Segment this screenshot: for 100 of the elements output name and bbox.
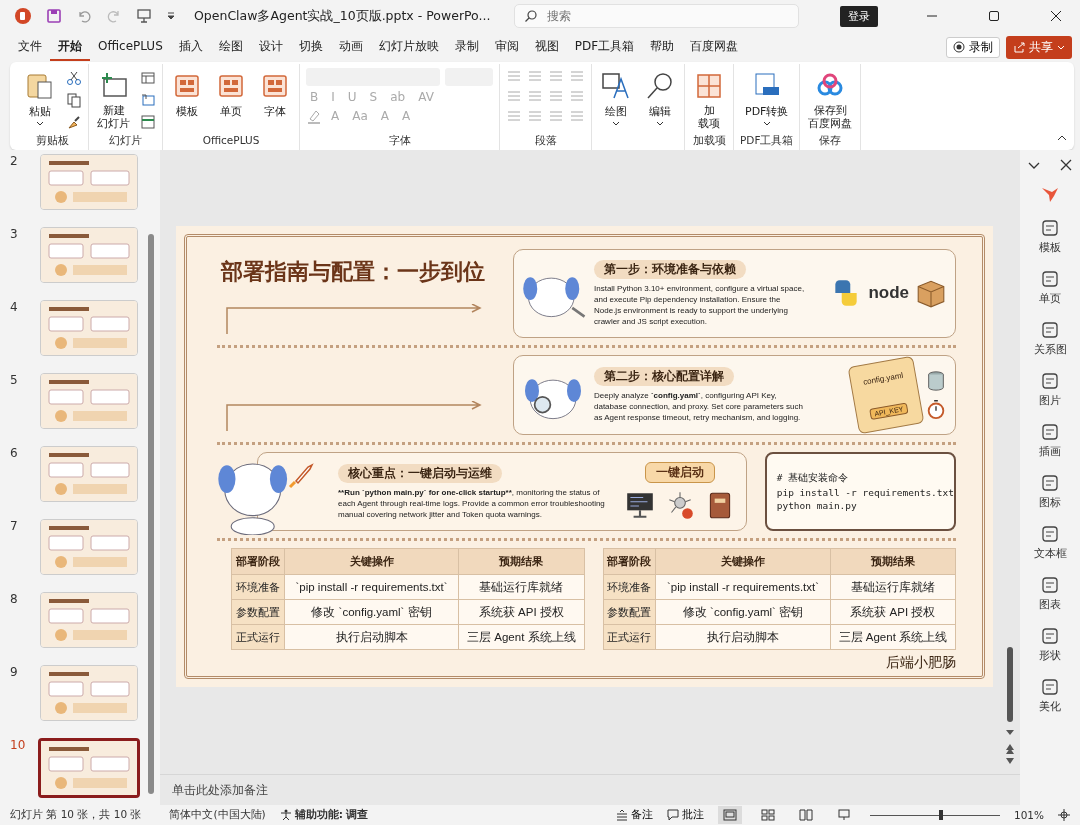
- paste-button[interactable]: 粘贴: [22, 68, 58, 128]
- table-cell: 系统获 API 授权: [458, 599, 584, 625]
- scrollbar[interactable]: [1007, 647, 1013, 722]
- table-cell: 参数配置: [603, 599, 656, 625]
- section-icon[interactable]: [140, 114, 156, 130]
- table-cell: 修改 `config.yaml` 密钥: [284, 599, 459, 625]
- menu-tab[interactable]: PDF工具箱: [566, 33, 643, 61]
- comments-button[interactable]: 批注: [666, 808, 704, 822]
- language-status[interactable]: 简体中文(中国大陆): [169, 808, 266, 822]
- side-tool-button[interactable]: 形状: [1039, 626, 1061, 663]
- launch-button[interactable]: 一键启动: [644, 462, 715, 484]
- sign-in-button[interactable]: 登录: [840, 5, 878, 27]
- table-cell: 正式运行: [603, 624, 656, 650]
- column-header: 部署阶段: [603, 548, 656, 575]
- draw-button[interactable]: 绘图: [598, 68, 634, 128]
- powerpoint-logo-icon: [14, 7, 32, 25]
- group-label: 剪贴板: [35, 134, 69, 148]
- notes-button[interactable]: 备注: [615, 808, 653, 822]
- panel-icon: [1040, 473, 1060, 493]
- side-tool-button[interactable]: 模板: [1039, 218, 1061, 255]
- save-icon[interactable]: [46, 8, 62, 24]
- side-tool-button[interactable]: 关系图: [1033, 320, 1067, 357]
- side-tool-button[interactable]: 文本框: [1033, 524, 1067, 561]
- side-tool-button[interactable]: 图表: [1039, 575, 1061, 612]
- officeplus-button[interactable]: 单页: [213, 68, 249, 121]
- slide-thumbnail[interactable]: [38, 738, 140, 798]
- menu-tab[interactable]: 切换: [290, 33, 331, 61]
- group-label: 保存: [819, 134, 842, 148]
- panel-icon: [1040, 320, 1060, 340]
- accessibility-status[interactable]: 辅助功能: 调查: [279, 808, 369, 822]
- officeplus-button[interactable]: 字体: [257, 68, 293, 121]
- side-tool-button[interactable]: 单页: [1039, 269, 1061, 306]
- column-header: 预期结果: [830, 548, 956, 575]
- normal-view-icon[interactable]: [717, 806, 742, 824]
- share-button[interactable]: 共享: [1006, 35, 1072, 59]
- present-icon[interactable]: [136, 8, 152, 24]
- menu-tab[interactable]: 录制: [446, 33, 487, 61]
- panel-icon: [1040, 677, 1060, 697]
- zoom-level[interactable]: 101%: [1013, 809, 1044, 821]
- menu-tab[interactable]: OfficePLUS: [90, 35, 171, 59]
- layout-icon[interactable]: [140, 70, 156, 86]
- panel-icon: [1040, 524, 1060, 544]
- table-cell: 执行启动脚本: [655, 624, 831, 650]
- menu-tab[interactable]: 开始: [50, 33, 90, 61]
- slide-number: 8: [10, 592, 19, 606]
- fit-to-window-icon[interactable]: [1058, 809, 1070, 821]
- slide-count: 幻灯片 第 10 张，共 10 张: [10, 808, 142, 822]
- notes-icon: [615, 809, 628, 821]
- menu-tab[interactable]: 设计: [250, 33, 291, 61]
- slide-title: 部署指南与配置：一步到位: [221, 258, 485, 286]
- pdf-convert-button[interactable]: PDF转换: [743, 68, 791, 128]
- column-header: 预期结果: [458, 548, 584, 575]
- add-ins-button[interactable]: 加 载项: [691, 68, 727, 132]
- table-cell: 三层 Agent 系统上线: [830, 624, 956, 650]
- card-heading: 第一步：环境准备与依赖: [594, 259, 746, 279]
- menu-tab[interactable]: 帮助: [642, 33, 683, 61]
- panel-icon: [1040, 218, 1060, 238]
- caret-icon: [1057, 44, 1065, 50]
- table-cell: 基础运行库就绪: [830, 574, 956, 600]
- menu-tab[interactable]: 幻灯片放映: [370, 33, 447, 61]
- menu-tab[interactable]: 文件: [10, 33, 50, 61]
- side-tool-button[interactable]: 图标: [1039, 473, 1061, 510]
- record-button[interactable]: 录制: [946, 36, 1000, 58]
- zoom-slider[interactable]: [869, 809, 1000, 821]
- person-icon: [279, 809, 292, 821]
- card-heading: 核心重点：一键启动与运维: [338, 463, 502, 483]
- group-label: 幻灯片: [109, 134, 142, 148]
- search-field[interactable]: 搜索: [514, 4, 800, 28]
- menu-tab[interactable]: 视图: [526, 33, 567, 61]
- side-tool-button[interactable]: 插画: [1039, 422, 1061, 459]
- slide-number: 3: [10, 227, 19, 241]
- group-label: 段落: [534, 134, 557, 148]
- customize-caret-icon[interactable]: [166, 11, 176, 21]
- panel-icon: [1040, 626, 1060, 646]
- edit-button[interactable]: 编辑: [642, 68, 678, 128]
- slide-number: 6: [10, 446, 19, 460]
- panel-icon: [1040, 575, 1060, 595]
- reset-icon[interactable]: [140, 92, 156, 108]
- side-tool-button[interactable]: 美化: [1039, 677, 1061, 714]
- side-tool-button[interactable]: 图片: [1039, 371, 1061, 408]
- close-icon[interactable]: [1059, 158, 1073, 172]
- menu-tab[interactable]: 百度网盘: [682, 33, 747, 61]
- card-heading: 第二步：核心配置详解: [594, 366, 734, 386]
- cut-icon[interactable]: [66, 70, 82, 86]
- table-cell: 正式运行: [231, 624, 285, 650]
- officeplus-button[interactable]: 模板: [169, 68, 205, 121]
- group-label: 加载项: [692, 134, 726, 148]
- menu-tab[interactable]: 审阅: [486, 33, 527, 61]
- menu-tab[interactable]: 绘图: [210, 33, 251, 61]
- menu-tab[interactable]: 动画: [330, 33, 371, 61]
- search-icon: [524, 9, 539, 23]
- code-line: python main.py: [776, 500, 858, 512]
- copy-icon[interactable]: [66, 92, 82, 108]
- save-to-cloud-button[interactable]: 保存到 百度网盘: [806, 68, 855, 132]
- menu-tab[interactable]: 插入: [170, 33, 211, 61]
- notes-placeholder[interactable]: 单击此处添加备注: [172, 781, 268, 799]
- undo-icon[interactable]: [76, 8, 92, 24]
- slide-number: 4: [10, 300, 19, 314]
- new-slide-button[interactable]: 新建 幻灯片: [95, 68, 132, 132]
- format-painter-icon[interactable]: [66, 114, 82, 130]
